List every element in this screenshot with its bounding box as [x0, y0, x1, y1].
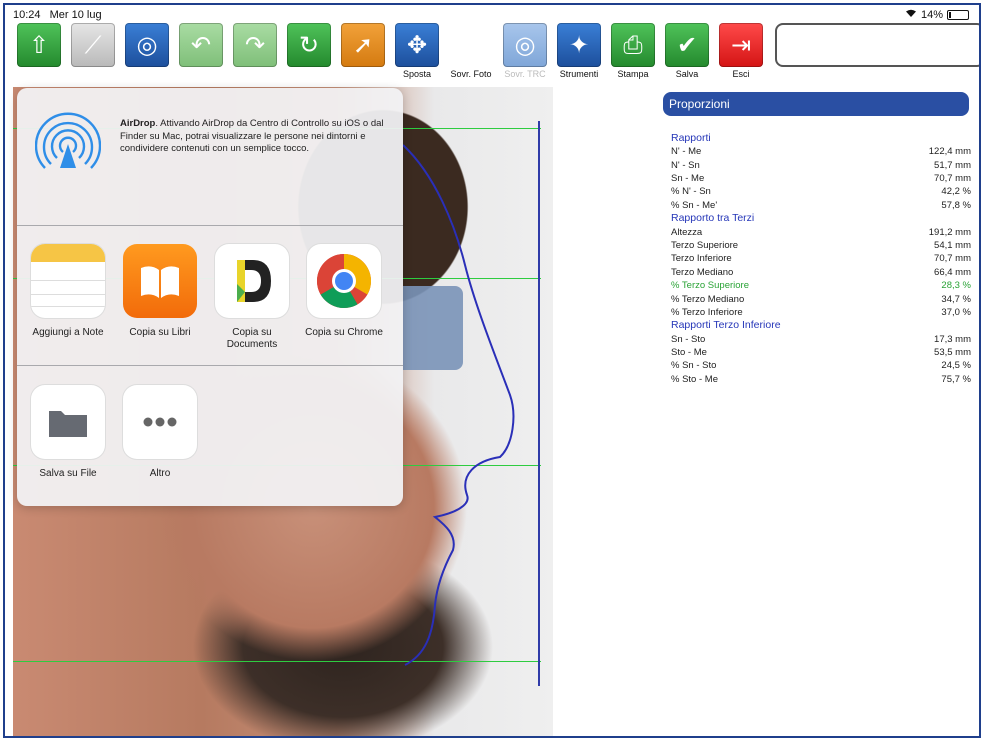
section-title: Rapporti — [671, 132, 711, 144]
measurement-label: Sn - Me — [671, 173, 705, 185]
share-action-save-file[interactable]: Salva su File — [23, 385, 113, 480]
measurement-value: 53,5 mm — [934, 346, 971, 358]
battery-icon — [947, 10, 969, 20]
toolbar-stampa-button[interactable]: ⎙ Stampa — [607, 23, 659, 79]
measurement-value: 70,7 mm — [934, 253, 971, 265]
folder-icon — [31, 385, 105, 459]
measurement-label: Terzo Inferiore — [671, 253, 732, 265]
measurement-row: % Sn - Sto 24,5 % — [671, 359, 971, 372]
toolbar-label: Stampa — [617, 69, 649, 79]
measurement-label: Sn - Sto — [671, 333, 706, 345]
measurement-label: N' - Me — [671, 146, 702, 158]
books-icon — [123, 244, 197, 318]
measurement-row: Terzo Mediano 66,4 mm — [671, 266, 971, 279]
proportions-header: Proporzioni — [663, 92, 969, 116]
measurement-row: % Sn - Me' 57,8 % — [671, 199, 971, 212]
toolbar-salva-button[interactable]: ✔ Salva — [661, 23, 713, 79]
measurement-row: N' - Sn 51,7 mm — [671, 159, 971, 172]
measurement-row: N' - Me 122,4 mm — [671, 145, 971, 158]
share-action-more[interactable]: Altro — [115, 385, 205, 480]
divider — [17, 365, 403, 366]
measurement-label: % Terzo Superiore — [671, 280, 749, 292]
wifi-icon — [905, 9, 917, 21]
airdrop-description: AirDrop. Attivando AirDrop da Centro di … — [120, 118, 390, 156]
app-label: Copia su Libri — [129, 327, 191, 338]
measurement-row: Terzo Inferiore 70,7 mm — [671, 252, 971, 265]
measurement-value: 54,1 mm — [934, 239, 971, 251]
measurement-label: Terzo Superiore — [671, 239, 739, 251]
measurement-label: % Sto - Me — [671, 373, 718, 385]
measurement-row: % Terzo Inferiore 37,0 % — [671, 306, 971, 319]
airdrop-body: . Attivando AirDrop da Centro di Control… — [120, 118, 384, 154]
search-input[interactable] — [775, 23, 979, 67]
measurement-label: Altezza — [671, 226, 703, 238]
share-app-chrome[interactable]: Copia su Chrome — [299, 244, 389, 339]
measurement-value: 75,7 % — [941, 373, 971, 385]
measurement-row: Sto - Me 53,5 mm — [671, 346, 971, 359]
toolbar-label: Esci — [732, 69, 750, 79]
toolbar-label: Salva — [675, 69, 699, 79]
measurement-label: % N' - Sn — [671, 186, 711, 198]
measurement-value: 51,7 mm — [934, 159, 971, 171]
measurement-row: Altezza 191,2 mm — [671, 226, 971, 239]
measurement-label: N' - Sn — [671, 159, 700, 171]
documents-icon — [215, 244, 289, 318]
measurement-label: % Terzo Mediano — [671, 293, 745, 305]
share-app-books[interactable]: Copia su Libri — [115, 244, 205, 339]
battery-status: 14% — [905, 9, 969, 21]
app-label: Copia su Chrome — [305, 327, 383, 338]
measurement-row: Terzo Superiore 54,1 mm — [671, 239, 971, 252]
measurement-value: 66,4 mm — [934, 266, 971, 278]
printer-icon: ⎙ — [611, 23, 655, 67]
measurement-value: 42,2 % — [941, 186, 971, 198]
measurement-value: 37,0 % — [941, 306, 971, 318]
measurement-row: % Sto - Me 75,7 % — [671, 373, 971, 386]
proportions-panel: Rapporti N' - Me 122,4 mm N' - Sn 51,7 mm Sn … — [671, 132, 971, 386]
app-label: Aggiungi a Note — [32, 327, 104, 338]
measurement-value: 17,3 mm — [934, 333, 971, 345]
measurement-row: % N' - Sn 42,2 % — [671, 185, 971, 198]
measurement-value: 191,2 mm — [928, 226, 971, 238]
action-label: Salva su File — [39, 468, 97, 479]
check-icon: ✔ — [665, 23, 709, 67]
share-app-documents[interactable]: Copia su Documents — [207, 244, 297, 351]
measurement-label: % Sn - Me' — [671, 199, 718, 211]
measurement-value: 122,4 mm — [928, 146, 971, 158]
share-sheet: AirDrop. Attivando AirDrop da Centro di … — [17, 88, 403, 506]
action-label: Altro — [149, 468, 171, 479]
section-title: Rapporto tra Terzi — [671, 212, 755, 225]
app-label: Copia su Documents — [226, 327, 278, 350]
measurement-row: Sn - Me 70,7 mm — [671, 172, 971, 185]
measurement-value: 70,7 mm — [934, 173, 971, 185]
chrome-icon — [307, 244, 381, 318]
section-title: Rapporti Terzo Inferiore — [671, 319, 781, 332]
measurement-value: 57,8 % — [941, 199, 971, 211]
battery-percent: 14% — [920, 9, 943, 21]
exit-icon: ⇥ — [719, 23, 763, 67]
measurement-value: 28,3 % — [941, 280, 971, 292]
measurement-label: Sto - Me — [671, 346, 707, 358]
measurement-row: % Terzo Mediano 34,7 % — [671, 293, 971, 306]
divider — [17, 225, 403, 226]
measurement-row: % Terzo Superiore 28,3 % — [671, 279, 971, 292]
measurement-label: % Sn - Sto — [671, 360, 717, 372]
more-icon — [123, 385, 197, 459]
airdrop-title: AirDrop — [120, 118, 156, 129]
share-card-behind — [403, 286, 463, 370]
app-window: 10:24 Mer 10 lug 14% ⇧⟋◎↶↷↻➚✥Sposta☺Sovr… — [3, 3, 981, 738]
notes-icon — [31, 244, 105, 318]
measurement-label: Terzo Mediano — [671, 266, 734, 278]
measurement-label: % Terzo Inferiore — [671, 306, 743, 318]
share-app-notes[interactable]: Aggiungi a Note — [23, 244, 113, 339]
measurement-value: 34,7 % — [941, 293, 971, 305]
measurement-value: 24,5 % — [941, 360, 971, 372]
airdrop-icon[interactable] — [34, 106, 102, 172]
measurement-row: Sn - Sto 17,3 mm — [671, 333, 971, 346]
toolbar-esci-button[interactable]: ⇥ Esci — [715, 23, 767, 79]
